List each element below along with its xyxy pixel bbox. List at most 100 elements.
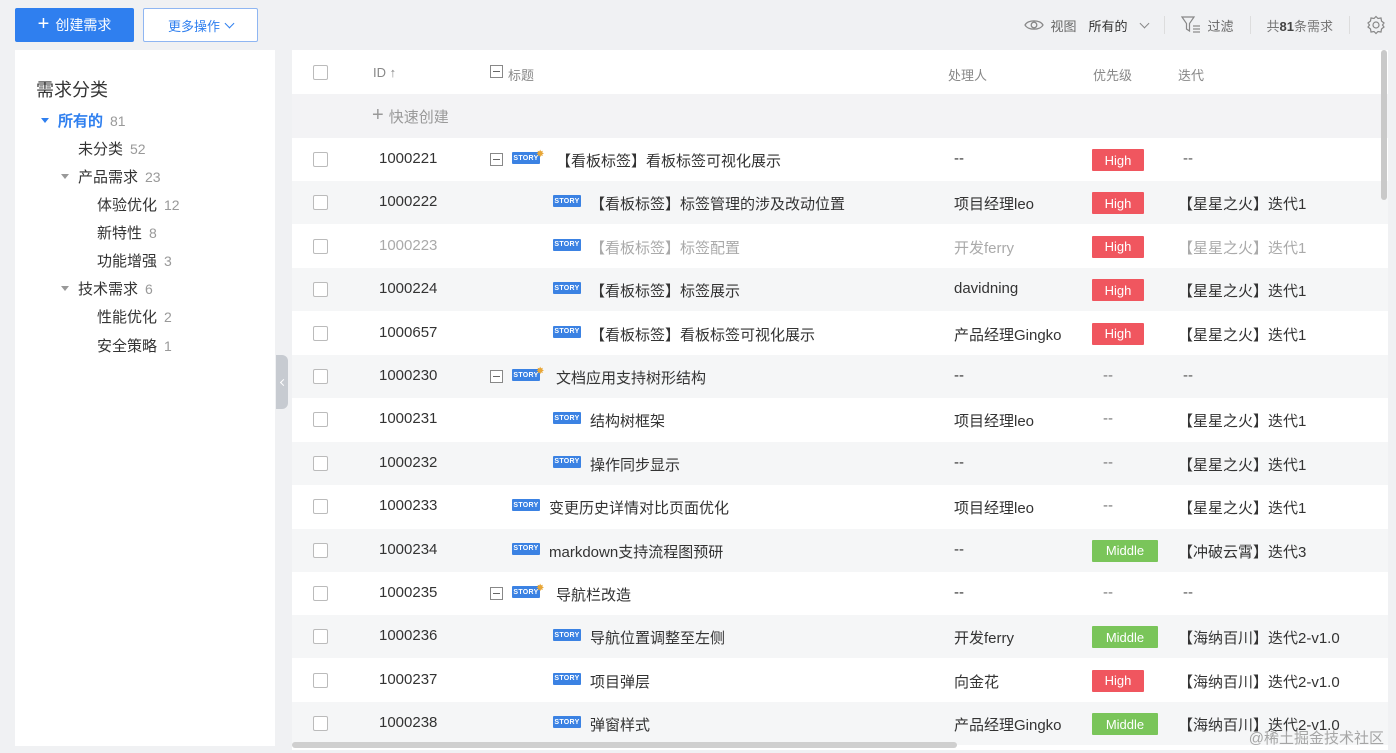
- sidebar-item-enhancement[interactable]: 功能增强 3: [97, 250, 172, 271]
- requirements-table: ID ↑ 标题 处理人 优先级 迭代 + 快速创建 1000221 STORY ✸ 【…: [292, 50, 1388, 750]
- eye-icon: [1024, 20, 1045, 30]
- table-row[interactable]: 1000234 STORY markdown支持流程图预研 -- Middle 【冲破云霄…: [292, 528, 1388, 572]
- more-actions-button[interactable]: 更多操作: [143, 8, 258, 42]
- table-row[interactable]: 1000222 STORY 【看板标签】标签管理的涉及改动位置 项目经理leo High…: [292, 181, 1388, 225]
- filter-icon: [1181, 16, 1201, 33]
- row-title[interactable]: 【看板标签】标签管理的涉及改动位置: [590, 193, 845, 214]
- sidebar-item-label: 未分类: [78, 141, 124, 158]
- row-checkbox[interactable]: [313, 282, 328, 298]
- row-title[interactable]: 项目弹层: [590, 671, 650, 692]
- view-selector[interactable]: 视图 所有的: [1024, 16, 1150, 35]
- sidebar-item-product[interactable]: 产品需求 23: [61, 166, 161, 187]
- row-title[interactable]: 【看板标签】看板标签可视化展示: [556, 150, 781, 171]
- divider: [1249, 16, 1251, 34]
- row-title[interactable]: 结构树框架: [590, 410, 665, 431]
- caret-down-icon[interactable]: [41, 118, 49, 123]
- priority-badge: High: [1092, 322, 1144, 345]
- table-row[interactable]: 1000233 STORY 变更历史详情对比页面优化 项目经理leo -- 【星星之火】迭…: [292, 485, 1388, 528]
- row-title[interactable]: 操作同步显示: [590, 454, 680, 475]
- table-row[interactable]: 1000657 STORY 【看板标签】看板标签可视化展示 产品经理Gingko Hig…: [292, 312, 1388, 355]
- sidebar-item-performance[interactable]: 性能优化 2: [97, 306, 172, 327]
- row-title[interactable]: 【看板标签】标签配置: [590, 237, 740, 258]
- row-checkbox[interactable]: [313, 152, 328, 167]
- sidebar-item-count: 8: [149, 224, 157, 241]
- star-icon: ✸: [536, 149, 545, 160]
- create-requirement-button[interactable]: + 创建需求: [15, 8, 134, 42]
- row-checkbox[interactable]: [313, 586, 328, 601]
- row-title[interactable]: 【看板标签】看板标签可视化展示: [590, 324, 815, 345]
- scroll-thumb[interactable]: [1381, 50, 1387, 200]
- quick-create-row[interactable]: + 快速创建: [292, 94, 1388, 138]
- sidebar-item-count: 3: [164, 252, 172, 269]
- sidebar-item-tech[interactable]: 技术需求 6: [61, 278, 153, 299]
- header-priority: 优先级: [1093, 68, 1133, 83]
- watermark: @稀土掘金技术社区: [1248, 730, 1384, 747]
- table-row[interactable]: 1000223 STORY 【看板标签】标签配置 开发ferry High 【星星之火】迭…: [292, 225, 1388, 268]
- sidebar-item-security[interactable]: 安全策略 1: [97, 335, 172, 356]
- sidebar-item-all[interactable]: 所有的 81: [41, 110, 126, 131]
- row-checkbox[interactable]: [313, 195, 328, 211]
- row-checkbox[interactable]: [313, 238, 328, 254]
- table-row[interactable]: 1000231 STORY 结构树框架 项目经理leo -- 【星星之火】迭代1: [292, 398, 1388, 441]
- row-owner: --: [954, 540, 964, 558]
- row-owner: --: [954, 584, 964, 601]
- filter-button[interactable]: 过滤: [1181, 16, 1234, 35]
- row-priority: --: [1103, 410, 1113, 428]
- row-id: 1000232: [379, 453, 438, 471]
- select-all-checkbox[interactable]: [313, 65, 328, 80]
- table-row[interactable]: 1000235 STORY ✸ 导航栏改造 -- -- --: [292, 572, 1388, 615]
- row-checkbox[interactable]: [313, 499, 328, 515]
- caret-down-icon[interactable]: [61, 174, 69, 179]
- collapse-row-icon[interactable]: [490, 587, 503, 600]
- row-id: 1000234: [379, 540, 438, 558]
- row-checkbox[interactable]: [313, 369, 328, 384]
- row-checkbox[interactable]: [313, 672, 328, 688]
- collapse-row-icon[interactable]: [490, 370, 503, 383]
- priority-badge: Middle: [1092, 539, 1158, 562]
- table-row[interactable]: 1000230 STORY ✸ 文档应用支持树形结构 -- -- --: [292, 355, 1388, 398]
- row-iteration: 【星星之火】迭代1: [1178, 283, 1307, 301]
- row-title[interactable]: 【看板标签】标签展示: [590, 280, 740, 301]
- row-title[interactable]: 变更历史详情对比页面优化: [549, 497, 729, 518]
- scroll-thumb[interactable]: [292, 742, 957, 748]
- plus-icon: +: [372, 103, 384, 126]
- row-checkbox[interactable]: [313, 542, 328, 558]
- row-title[interactable]: 导航位置调整至左侧: [590, 627, 725, 648]
- row-checkbox[interactable]: [313, 716, 328, 732]
- row-checkbox[interactable]: [313, 629, 328, 645]
- vertical-scrollbar[interactable]: [1380, 50, 1388, 750]
- row-id: 1000657: [379, 323, 438, 341]
- horizontal-scrollbar[interactable]: [292, 742, 1380, 748]
- row-owner: --: [954, 367, 964, 384]
- table-row[interactable]: 1000221 STORY ✸ 【看板标签】看板标签可视化展示 -- High --: [292, 138, 1388, 181]
- sidebar-item-feature[interactable]: 新特性 8: [97, 222, 157, 243]
- sidebar-item-ux[interactable]: 体验优化 12: [97, 194, 180, 215]
- sidebar-item-uncategorized[interactable]: 未分类 52: [78, 138, 146, 159]
- sidebar-item-label: 技术需求: [78, 281, 139, 298]
- total-suffix: 条需求: [1293, 18, 1333, 34]
- sidebar-item-label: 所有的: [58, 113, 104, 130]
- story-tag: STORY: [553, 195, 581, 208]
- row-checkbox[interactable]: [313, 412, 328, 428]
- row-checkbox[interactable]: [313, 455, 328, 471]
- sidebar-item-count: 1: [164, 337, 172, 354]
- caret-down-icon[interactable]: [61, 286, 69, 291]
- table-row[interactable]: 1000237 STORY 项目弹层 向金花 High 【海纳百川】迭代2-v1.0: [292, 659, 1388, 702]
- settings-button[interactable]: [1366, 15, 1386, 35]
- chevron-left-icon: [279, 378, 287, 386]
- table-row[interactable]: 1000238 STORY 弹窗样式 产品经理Gingko Middle 【海纳百川】迭代…: [292, 702, 1388, 746]
- table-row[interactable]: 1000232 STORY 操作同步显示 -- -- 【星星之火】迭代1: [292, 441, 1388, 485]
- sidebar-collapse-handle[interactable]: [276, 355, 288, 409]
- collapse-row-icon[interactable]: [490, 153, 503, 166]
- header-id[interactable]: ID ↑: [373, 65, 396, 80]
- collapse-all-icon[interactable]: [490, 65, 503, 78]
- row-title[interactable]: 弹窗样式: [590, 714, 650, 735]
- row-checkbox[interactable]: [313, 325, 328, 341]
- row-title[interactable]: markdown支持流程图预研: [549, 541, 723, 562]
- sidebar-item-label: 安全策略: [97, 338, 158, 355]
- table-row[interactable]: 1000236 STORY 导航位置调整至左侧 开发ferry Middle 【海纳百川】…: [292, 615, 1388, 659]
- table-row[interactable]: 1000224 STORY 【看板标签】标签展示 davidning High 【星星之火…: [292, 268, 1388, 312]
- row-title[interactable]: 导航栏改造: [556, 584, 631, 605]
- toolbar-right: 视图 所有的 过滤 共81条需求: [1024, 0, 1396, 50]
- row-title[interactable]: 文档应用支持树形结构: [556, 367, 706, 388]
